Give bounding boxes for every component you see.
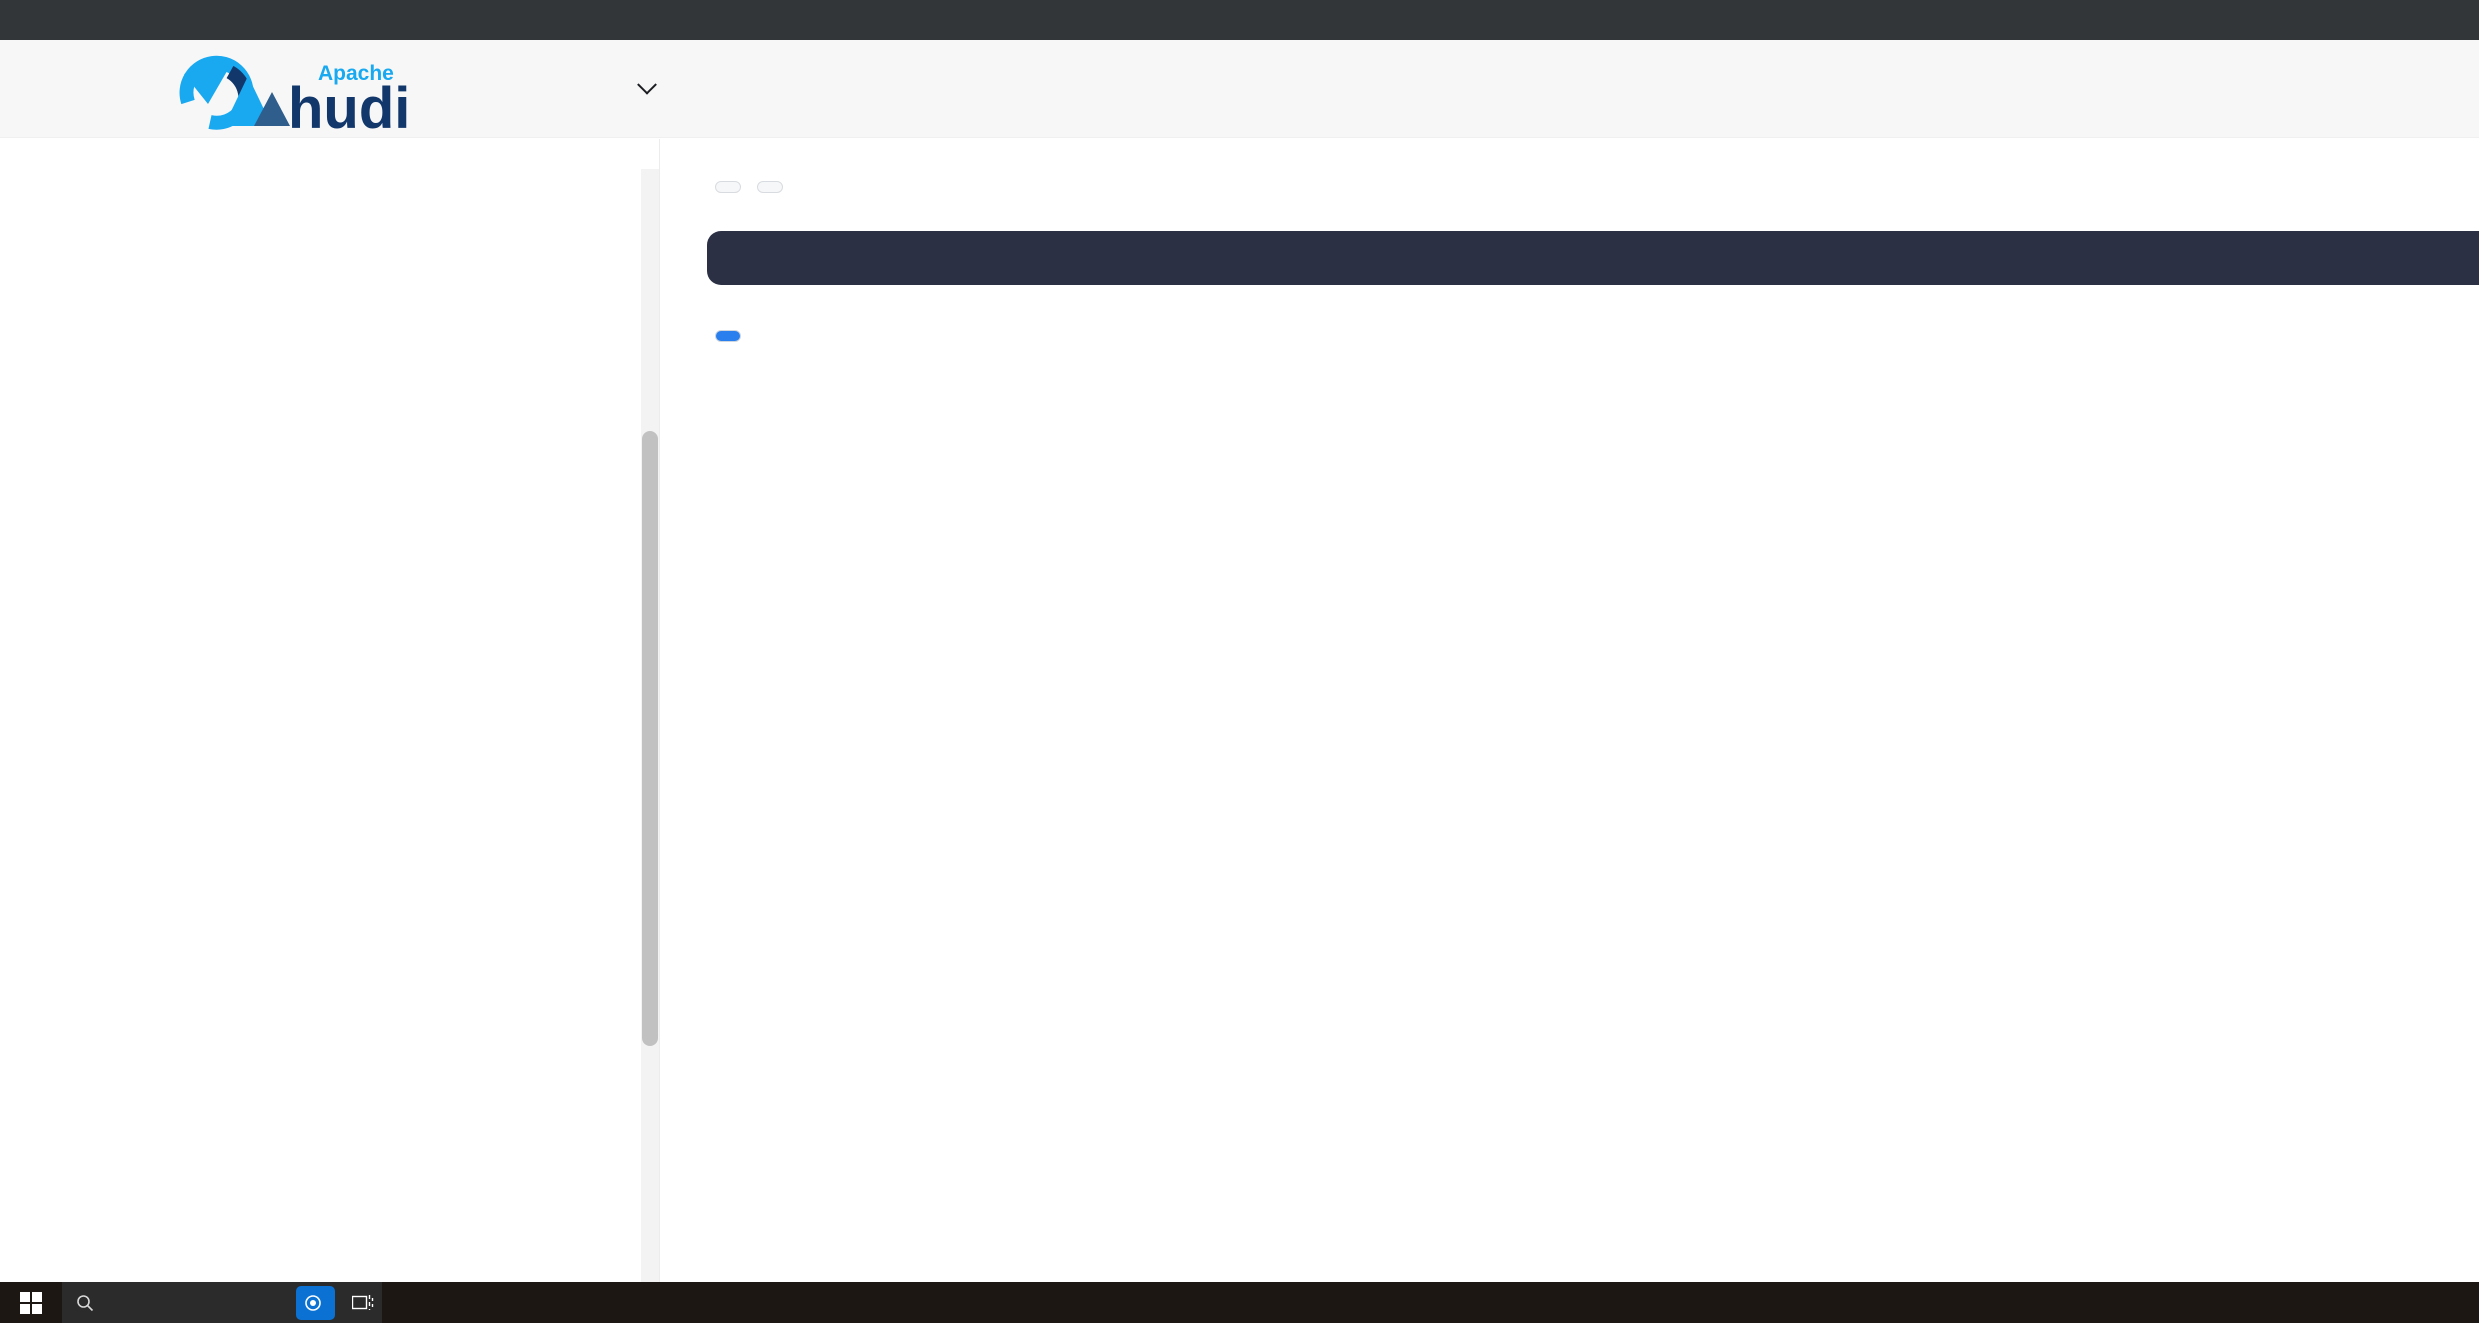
docs-content [661, 139, 2479, 1282]
header-right-controls [608, 74, 714, 96]
inline-code-indexing-requested [715, 330, 741, 342]
version-selector[interactable] [608, 74, 674, 96]
site-header: Apache hudi [0, 40, 2479, 138]
svg-text:hudi: hudi [288, 76, 410, 132]
sidebar-scrollbar-thumb[interactable] [642, 431, 658, 1046]
chevron-down-icon [637, 74, 657, 95]
jobtarget-logo-icon [305, 1294, 321, 1311]
task-view-icon [351, 1295, 373, 1310]
browser-tab-strip [0, 0, 2479, 40]
intro-paragraph [707, 181, 2479, 193]
hudi-logo[interactable]: Apache hudi [168, 40, 448, 138]
outro-paragraph [707, 330, 2479, 342]
search-icon [77, 1294, 94, 1311]
code-block[interactable] [707, 231, 2479, 285]
inline-code-hoodieindexer [715, 181, 741, 193]
inline-code-schedule [757, 181, 783, 193]
page-body [0, 139, 2479, 1282]
sidebar-scrollbar-track[interactable] [641, 169, 659, 1282]
docs-sidebar [0, 139, 660, 1282]
windows-taskbar [0, 1282, 2479, 1323]
hudi-logo-svg: Apache hudi [179, 55, 410, 132]
task-view-button[interactable] [335, 1282, 390, 1323]
jobtarget-badge[interactable] [296, 1285, 335, 1320]
windows-logo-icon [20, 1291, 42, 1314]
start-button[interactable] [0, 1282, 62, 1323]
